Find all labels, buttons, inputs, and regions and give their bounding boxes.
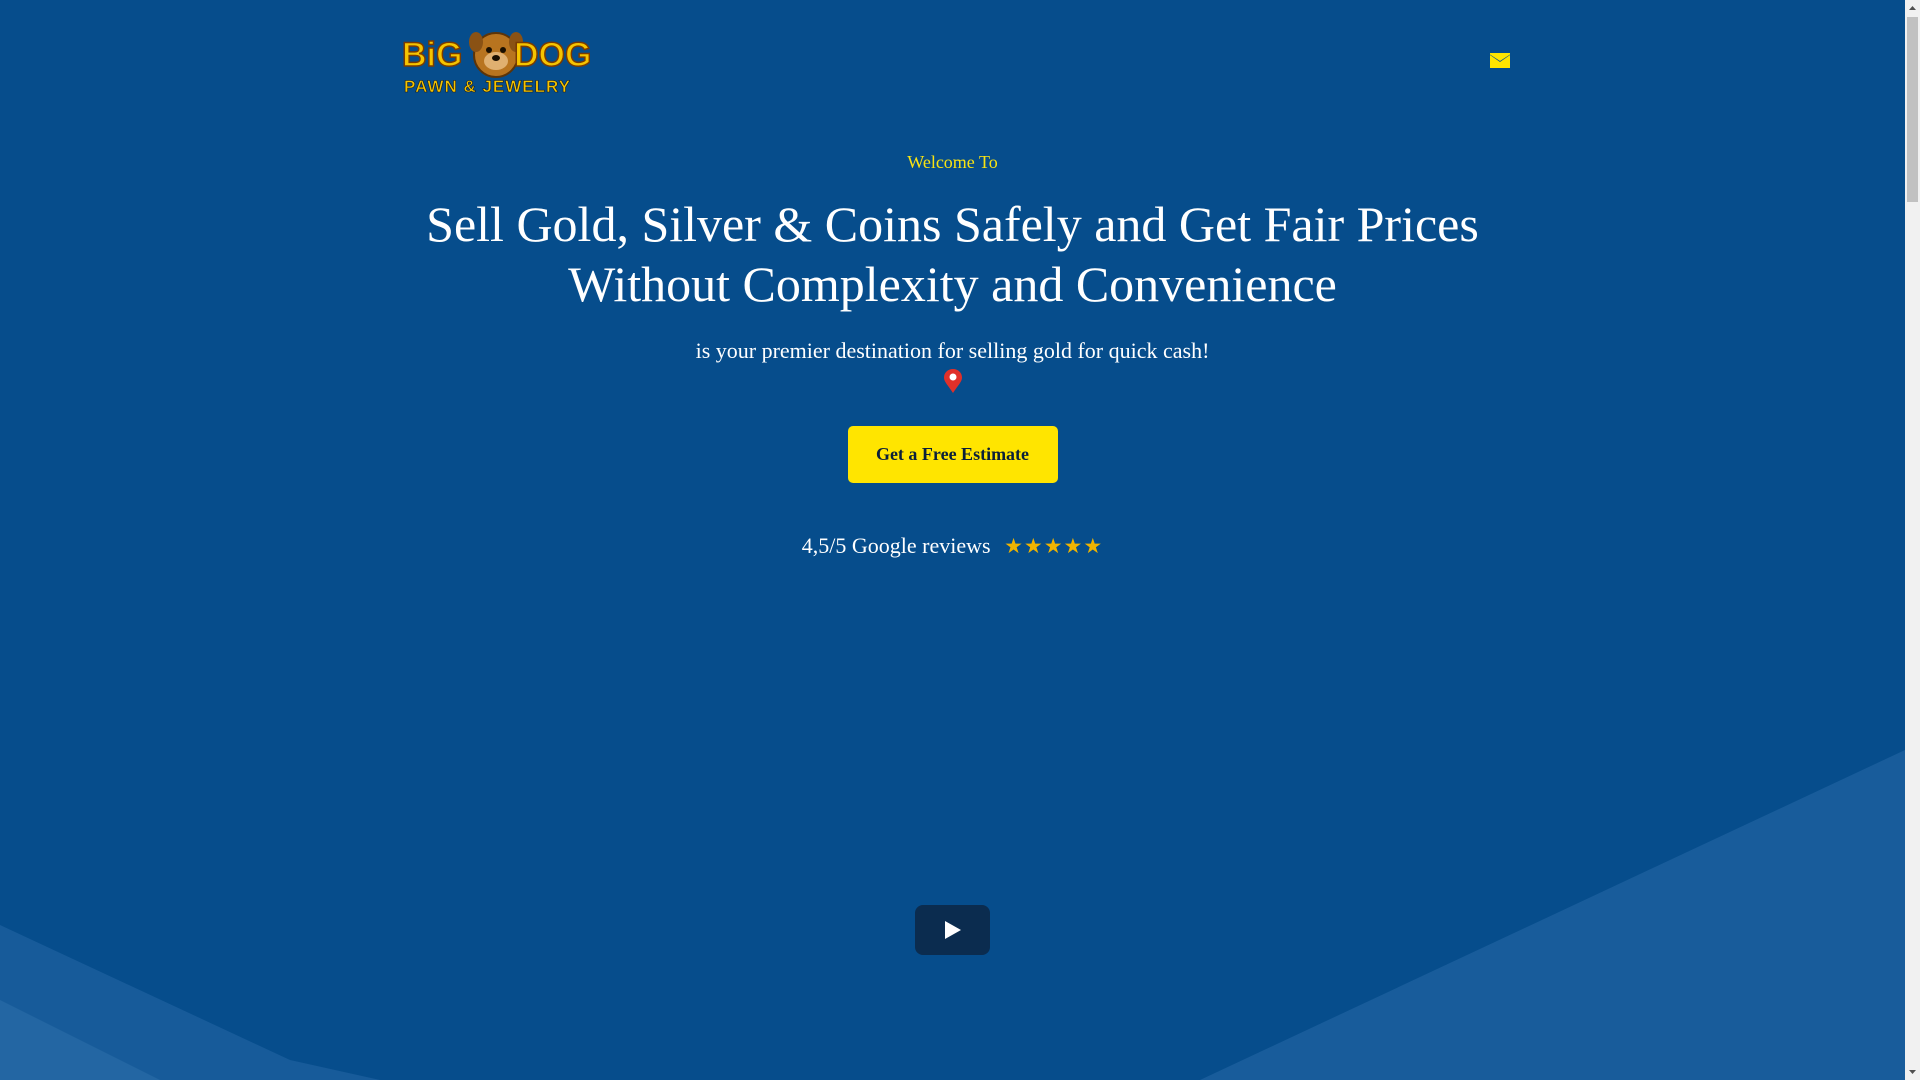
scroll-down-arrow[interactable] — [1905, 1063, 1920, 1080]
chevron-up-icon — [1909, 6, 1916, 10]
email-link[interactable] — [1490, 52, 1510, 70]
video-play-button[interactable] — [915, 905, 990, 955]
site-logo[interactable]: BiG DOG PAWN & JEWELRY — [400, 28, 590, 100]
envelope-icon — [1490, 53, 1510, 68]
hero-tagline: is your premier destination for selling … — [695, 338, 1210, 363]
headline-line-2: Without Complexity and Convenience — [568, 256, 1337, 312]
get-estimate-button[interactable]: Get a Free Estimate — [847, 426, 1058, 483]
hero-headline: Sell Gold, Silver & Coins Safely and Get… — [398, 194, 1508, 314]
reviews-text: 4,5/5 Google reviews — [801, 533, 991, 558]
hero-section: Welcome To Sell Gold, Silver & Coins Saf… — [0, 148, 1905, 561]
welcome-label: Welcome To — [907, 152, 998, 172]
play-icon — [945, 921, 961, 939]
svg-text:DOG: DOG — [514, 36, 590, 74]
landing-page: BiG DOG PAWN & JEWELRY Welcome To Sell G… — [0, 0, 1905, 1080]
rating-stars: ★★★★★ — [1004, 534, 1104, 558]
svg-text:PAWN & JEWELRY: PAWN & JEWELRY — [404, 77, 571, 96]
headline-line-1: Sell Gold, Silver & Coins Safely and Get… — [426, 196, 1479, 252]
scroll-up-arrow[interactable] — [1905, 0, 1920, 17]
google-reviews[interactable]: 4,5/5 Google reviews ★★★★★ — [0, 531, 1905, 561]
scroll-thumb[interactable] — [1907, 17, 1918, 202]
page-scrollbar[interactable] — [1905, 0, 1920, 1080]
big-dog-logo: BiG DOG PAWN & JEWELRY — [401, 32, 590, 96]
svg-text:BiG: BiG — [402, 36, 462, 74]
site-header: BiG DOG PAWN & JEWELRY — [400, 24, 1510, 104]
chevron-down-icon — [1909, 1070, 1916, 1074]
map-pin-icon — [943, 369, 962, 393]
